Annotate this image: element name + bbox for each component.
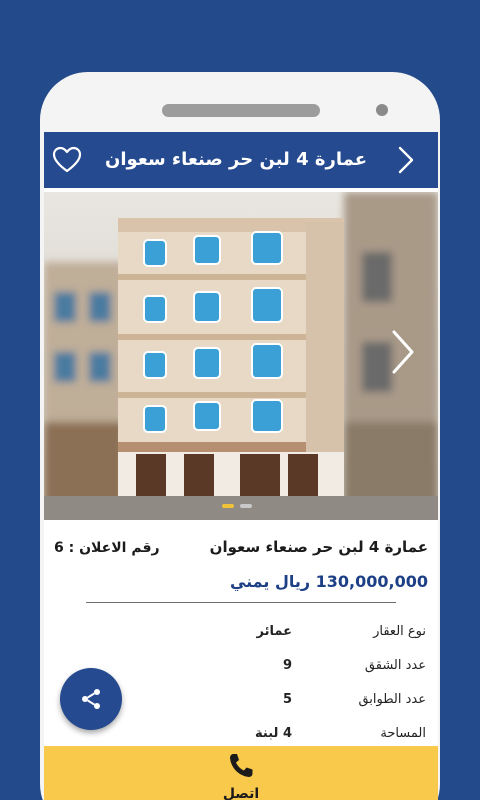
ad-number: رقم الاعلان : 6 [54,540,160,556]
phone-speaker [162,104,320,117]
spec-row: المساحة 4 لبنة [44,726,438,746]
share-icon [82,689,100,709]
chevron-right-icon[interactable] [396,146,416,174]
spec-value: عمائر [256,624,292,639]
spec-label: عدد الطوابق [358,692,426,707]
image-gallery[interactable] [44,192,438,520]
gallery-dot[interactable] [240,504,252,508]
spec-value: 9 [282,658,292,673]
listing-title: عمارة 4 لبن حر صنعاء سعوان [209,538,428,556]
chevron-right-icon[interactable] [388,328,416,376]
share-button[interactable] [60,668,122,730]
building-photo [44,192,438,520]
spec-label: عدد الشقق [364,658,426,673]
listing-price: 130,000,000 ريال يمني [229,572,428,591]
spec-row: نوع العقار عمائر [44,624,438,644]
call-button[interactable]: اتصل [44,746,438,800]
spec-label: المساحة [380,726,426,741]
header-title: عمارة 4 لبن حر صنعاء سعوان [104,149,367,170]
divider [86,602,396,603]
heart-outline-icon[interactable] [52,145,82,175]
gallery-dot[interactable] [222,504,234,508]
spec-label: نوع العقار [373,624,426,639]
call-label: اتصل [222,786,260,800]
spec-value: 5 [282,692,292,707]
phone-icon [230,754,253,777]
app-header: عمارة 4 لبن حر صنعاء سعوان [44,132,438,188]
spec-value: 4 لبنة [255,726,292,741]
phone-camera [376,104,388,116]
